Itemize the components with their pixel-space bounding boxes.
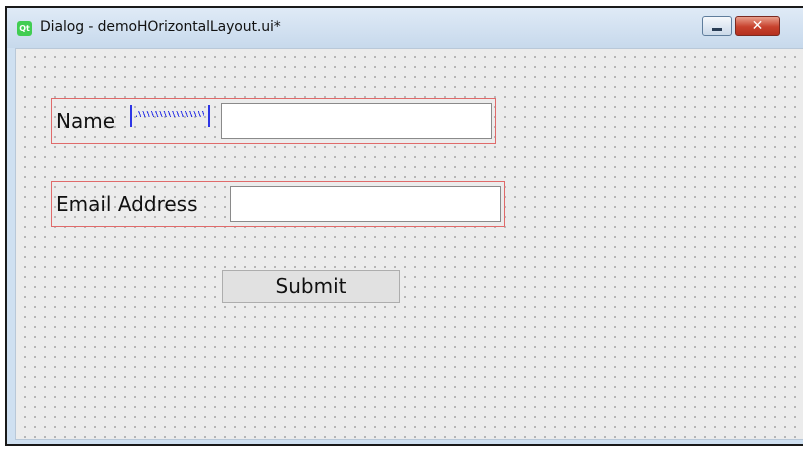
close-button[interactable]: ✕ bbox=[735, 16, 780, 36]
minimize-icon bbox=[712, 28, 722, 31]
form-canvas[interactable]: Name Email Address Submit bbox=[15, 48, 803, 440]
title-bar[interactable]: Qt Dialog - demoHOrizontalLayout.ui* ✕ bbox=[7, 8, 803, 48]
submit-button[interactable]: Submit bbox=[222, 270, 400, 303]
dialog-window: Qt Dialog - demoHOrizontalLayout.ui* ✕ N… bbox=[5, 6, 803, 446]
window-title: Dialog - demoHOrizontalLayout.ui* bbox=[40, 19, 281, 35]
horizontal-spacer-icon[interactable] bbox=[130, 105, 210, 127]
name-label[interactable]: Name bbox=[56, 109, 115, 133]
qt-logo-icon: Qt bbox=[17, 21, 32, 36]
email-label[interactable]: Email Address bbox=[56, 192, 198, 216]
name-horizontal-layout[interactable]: Name bbox=[51, 98, 496, 144]
name-input[interactable] bbox=[221, 103, 492, 139]
email-input[interactable] bbox=[230, 186, 501, 222]
email-horizontal-layout[interactable]: Email Address bbox=[51, 181, 505, 227]
minimize-button[interactable] bbox=[702, 16, 732, 36]
